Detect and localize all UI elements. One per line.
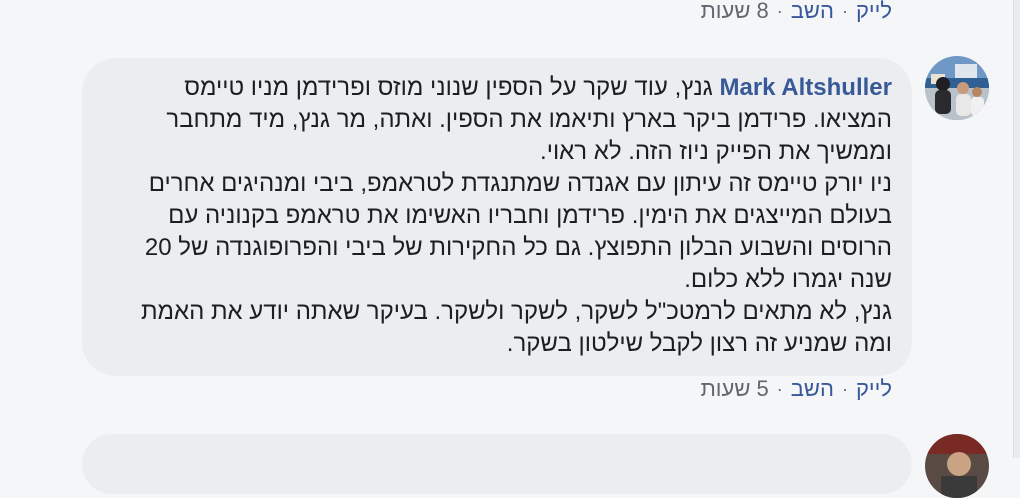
comment-actions-previous: לייק · השב · 8 שעות (701, 0, 892, 24)
comment-author[interactable]: Mark Altshuller (720, 74, 893, 101)
comment-actions: לייק · השב · 5 שעות (701, 376, 892, 402)
comment-body: Mark Altshuller גנץ, עוד שקר על הספין שנ… (112, 72, 892, 360)
user-avatar[interactable] (925, 56, 989, 120)
reply-link[interactable]: השב (791, 376, 834, 402)
separator: · (776, 0, 783, 21)
like-link[interactable]: לייק (856, 0, 892, 24)
user-avatar[interactable] (925, 434, 989, 498)
like-link[interactable]: לייק (856, 376, 892, 402)
scrollbar-edge[interactable] (1013, 0, 1020, 458)
comment-text: גנץ, עוד שקר על הספין שנוני מוזס ופרידמן… (140, 74, 892, 357)
comment-bubble: Mark Altshuller גנץ, עוד שקר על הספין שנ… (82, 58, 912, 376)
separator: · (841, 0, 848, 21)
reply-link[interactable]: השב (791, 0, 834, 24)
comment-timestamp[interactable]: 5 שעות (701, 376, 769, 402)
separator: · (776, 378, 783, 399)
comment-timestamp[interactable]: 8 שעות (701, 0, 769, 24)
comment-bubble (82, 434, 912, 494)
separator: · (841, 378, 848, 399)
